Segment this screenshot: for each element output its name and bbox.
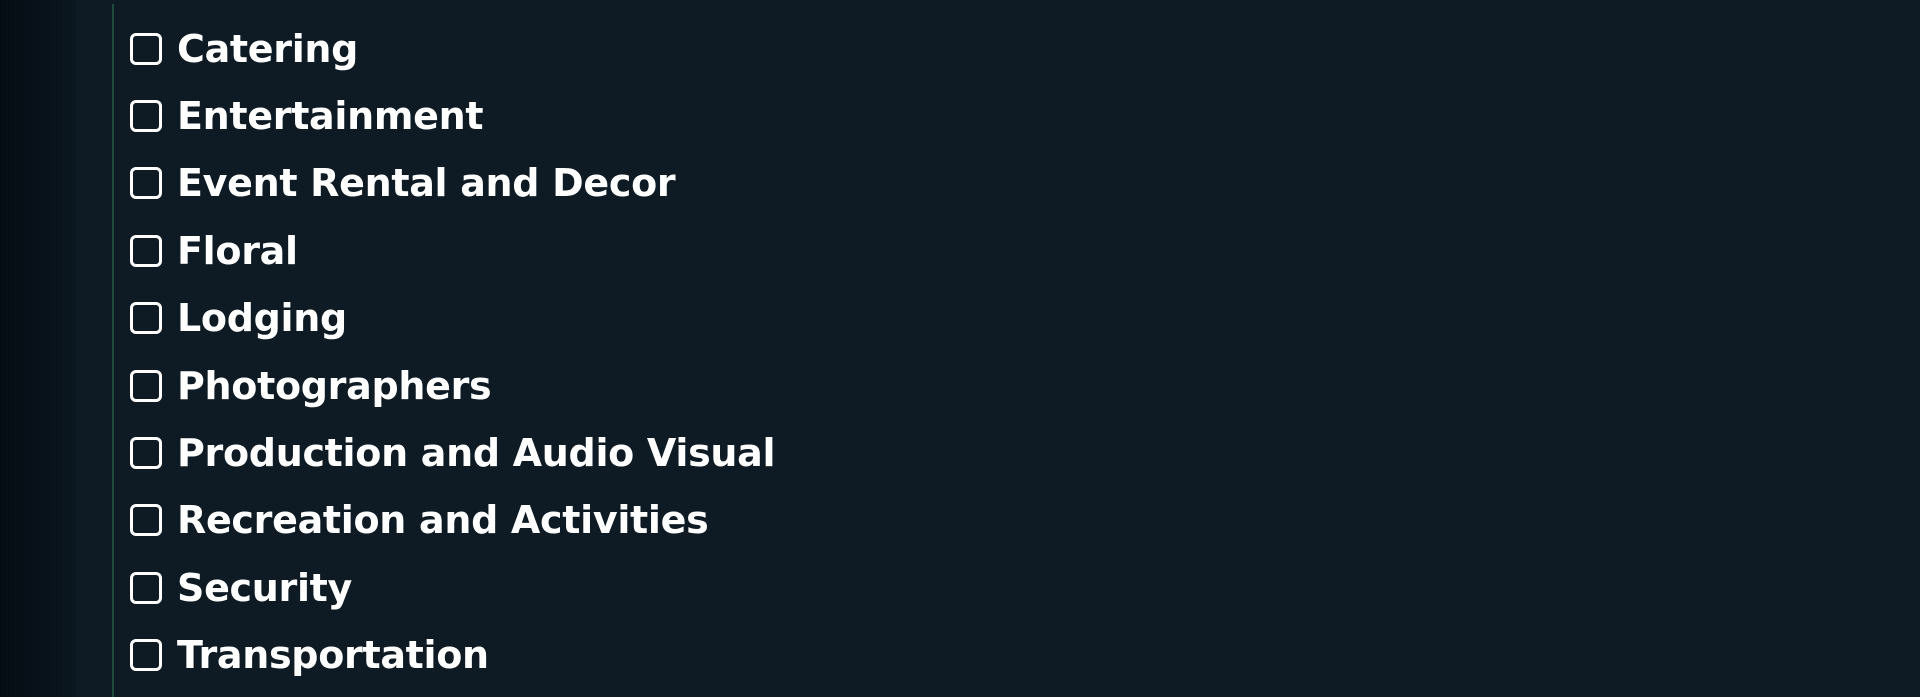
filter-item-event-rental-and-decor[interactable]: Event Rental and Decor [130, 150, 775, 217]
filter-item-entertainment[interactable]: Entertainment [130, 82, 775, 149]
checkbox-production-and-audio-visual[interactable] [130, 437, 162, 470]
filter-label: Entertainment [177, 94, 484, 139]
checkbox-floral[interactable] [130, 234, 162, 267]
filter-label: Floral [177, 228, 298, 273]
page: Catering Entertainment Event Rental and … [0, 0, 1920, 697]
filter-item-transportation[interactable]: Transportation [130, 622, 775, 689]
filter-label: Production and Audio Visual [177, 431, 776, 476]
filter-item-production-and-audio-visual[interactable]: Production and Audio Visual [130, 419, 776, 486]
filter-item-photographers[interactable]: Photographers [130, 352, 775, 419]
filter-label: Security [177, 565, 353, 610]
checkbox-entertainment[interactable] [130, 100, 162, 133]
filter-item-lodging[interactable]: Lodging [130, 285, 775, 352]
checkbox-recreation-and-activities[interactable] [130, 504, 162, 537]
checkbox-catering[interactable] [130, 32, 162, 65]
checkbox-photographers[interactable] [130, 369, 162, 402]
filter-item-recreation-and-activities[interactable]: Recreation and Activities [130, 487, 775, 554]
filter-label: Recreation and Activities [177, 498, 709, 543]
filter-item-security[interactable]: Security [130, 554, 775, 621]
filter-label: Catering [177, 26, 359, 71]
checkbox-event-rental-and-decor[interactable] [130, 167, 162, 200]
checkbox-transportation[interactable] [130, 639, 162, 672]
category-filter-list: Catering Entertainment Event Rental and … [130, 15, 776, 689]
filter-label: Transportation [177, 633, 489, 678]
filter-label: Photographers [177, 363, 492, 408]
checkbox-lodging[interactable] [130, 302, 162, 335]
filter-item-floral[interactable]: Floral [130, 217, 775, 284]
filter-label: Event Rental and Decor [177, 161, 676, 206]
panel-accent-divider [112, 4, 114, 697]
filter-label: Lodging [177, 296, 347, 341]
filter-item-catering[interactable]: Catering [130, 15, 775, 82]
checkbox-security[interactable] [130, 571, 162, 604]
left-gutter [0, 0, 76, 697]
